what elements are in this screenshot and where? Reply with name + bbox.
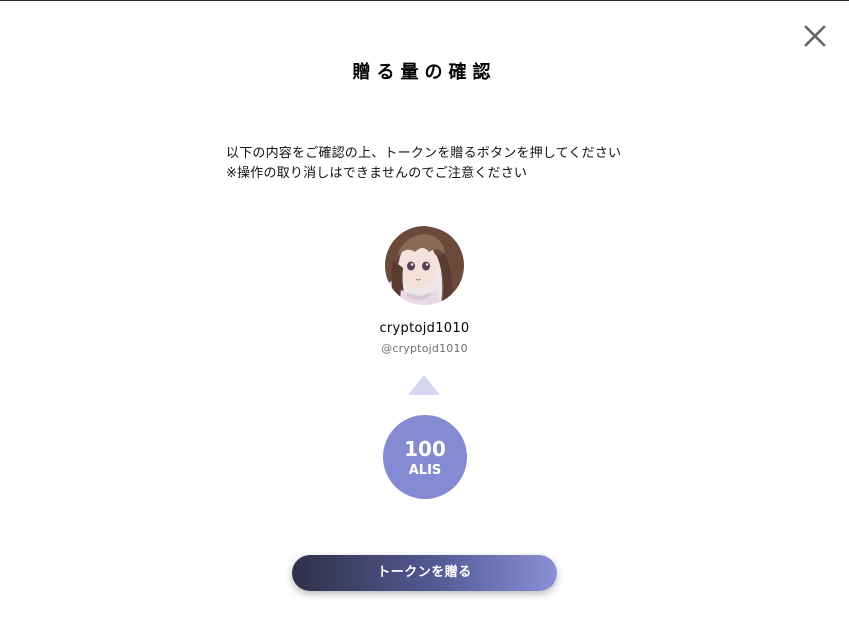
- confirmation-message: 以下の内容をご確認の上、トークンを贈るボタンを押してください ※操作の取り消しは…: [226, 146, 622, 181]
- amount-unit: ALIS: [408, 463, 442, 478]
- recipient-display-name: cryptojd1010: [379, 321, 470, 336]
- close-icon: [804, 25, 826, 47]
- triangle-up-icon: [408, 375, 440, 395]
- amount-value: 100: [404, 437, 446, 461]
- recipient-user-id: @cryptojd1010: [381, 342, 468, 355]
- amount-badge: 100 ALIS: [383, 415, 467, 499]
- close-button[interactable]: [802, 23, 828, 49]
- recipient-avatar: [385, 226, 464, 305]
- dialog-title: 贈る量の確認: [352, 62, 497, 83]
- top-divider: [0, 0, 849, 1]
- send-token-button[interactable]: トークンを贈る: [292, 555, 557, 591]
